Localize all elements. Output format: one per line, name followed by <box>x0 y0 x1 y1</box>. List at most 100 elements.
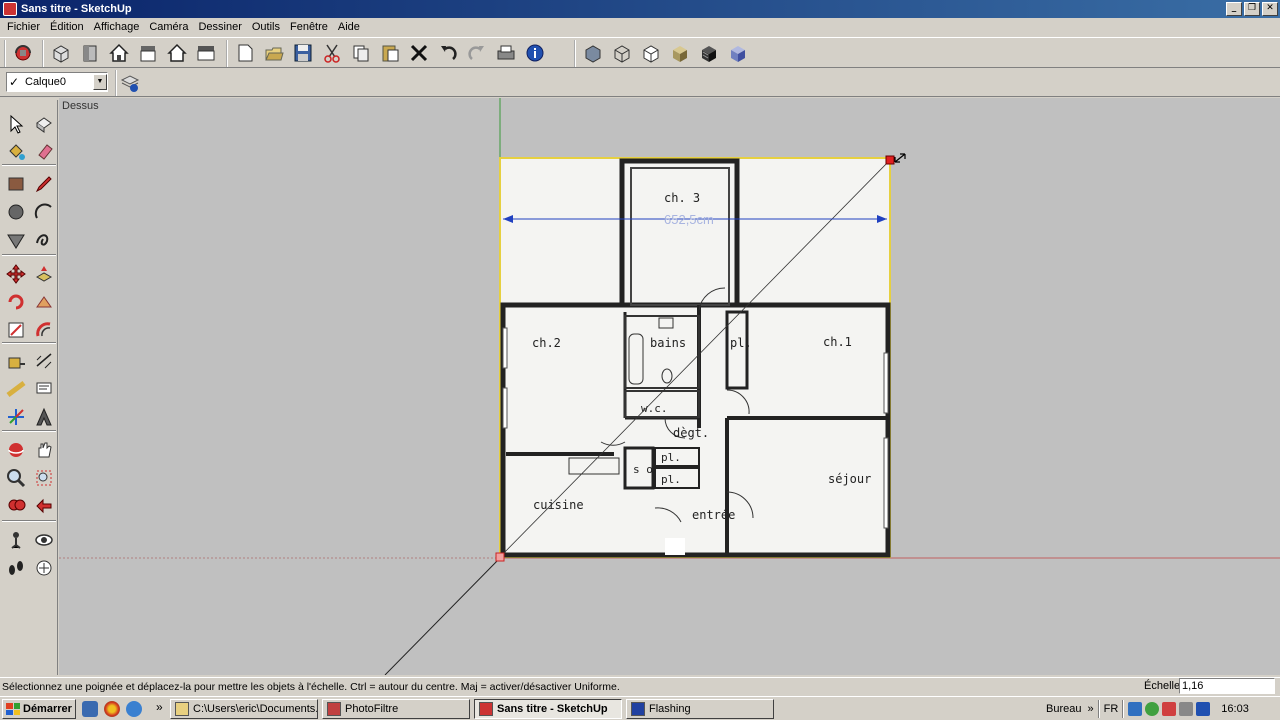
save-icon[interactable] <box>289 40 317 66</box>
scale-icon[interactable] <box>2 316 30 344</box>
shaded-texture-icon[interactable] <box>695 40 723 66</box>
minimize-button[interactable]: _ <box>1226 2 1242 16</box>
taskbar-item-flashing[interactable]: Flashing <box>626 699 774 719</box>
xray-icon[interactable] <box>579 40 607 66</box>
scale-handle-bottom-left[interactable] <box>495 552 505 562</box>
undo-icon[interactable] <box>434 40 462 66</box>
volume-icon[interactable] <box>1179 702 1194 716</box>
tray-chevron-icon[interactable]: » <box>1087 703 1093 715</box>
drawing-viewport[interactable]: Dessus ch. 3 652,5cm ch.2 bains pl. ch.1… <box>59 98 1280 675</box>
palette-row <box>2 316 58 344</box>
rotate-icon[interactable] <box>2 288 30 316</box>
orbit-icon[interactable] <box>2 436 30 464</box>
axes-icon[interactable] <box>2 403 30 431</box>
network-icon[interactable] <box>1128 702 1143 716</box>
camera-orbit-icon[interactable] <box>9 40 37 66</box>
house-side-icon[interactable] <box>134 40 162 66</box>
monochrome-icon[interactable] <box>724 40 752 66</box>
hidden-line-icon[interactable] <box>637 40 665 66</box>
taskbar-item-photofiltre[interactable]: PhotoFiltre <box>322 699 470 719</box>
copy-icon[interactable] <box>347 40 375 66</box>
layer-manager-icon[interactable] <box>115 70 143 96</box>
chrome-icon[interactable] <box>104 701 120 717</box>
redo-icon[interactable] <box>463 40 491 66</box>
front-view-icon[interactable] <box>76 40 104 66</box>
menu-outils[interactable]: Outils <box>247 21 285 33</box>
room-label-bains: bains <box>650 336 686 350</box>
quicklaunch-chevron-icon[interactable]: » <box>156 700 163 714</box>
paste-icon[interactable] <box>376 40 404 66</box>
rectangle-icon[interactable] <box>2 170 30 198</box>
security-icon[interactable] <box>1145 702 1160 716</box>
paint-bucket-icon[interactable] <box>2 138 30 166</box>
start-button[interactable]: Démarrer <box>2 699 76 719</box>
freehand-icon[interactable] <box>30 226 58 254</box>
desktop-toolbar-label[interactable]: Bureau <box>1046 703 1081 715</box>
follow-me-icon[interactable] <box>30 288 58 316</box>
menu-camera[interactable]: Caméra <box>144 21 193 33</box>
erase-icon[interactable] <box>405 40 433 66</box>
taskbar-item-label: C:\Users\eric\Documents... <box>193 703 318 715</box>
iso-view-icon[interactable] <box>47 40 75 66</box>
system-tray: Bureau » FR 16:03 <box>998 699 1278 719</box>
section-plane-icon[interactable] <box>30 554 58 582</box>
3d-text-icon[interactable] <box>30 403 58 431</box>
arc-icon[interactable] <box>30 198 58 226</box>
internet-explorer-icon[interactable] <box>126 701 142 717</box>
move-icon[interactable] <box>2 260 30 288</box>
app-tray-icon[interactable] <box>1196 702 1211 716</box>
chevron-down-icon[interactable]: ▼ <box>93 74 107 90</box>
palette-row <box>2 138 58 166</box>
polygon-icon[interactable] <box>2 226 30 254</box>
language-indicator[interactable]: FR <box>1104 703 1119 715</box>
pencil-icon[interactable] <box>30 170 58 198</box>
menu-affichage[interactable]: Affichage <box>89 21 145 33</box>
wireframe-icon[interactable] <box>608 40 636 66</box>
tape-measure-icon[interactable] <box>2 347 30 375</box>
palette-row <box>2 347 58 375</box>
menu-fichier[interactable]: Fichier <box>2 21 45 33</box>
house-front-icon[interactable] <box>105 40 133 66</box>
look-around-icon[interactable] <box>30 526 58 554</box>
push-pull-icon[interactable] <box>30 260 58 288</box>
main-toolbar <box>0 37 1280 68</box>
shaded-icon[interactable] <box>666 40 694 66</box>
scale-handle-top-right[interactable] <box>885 155 895 165</box>
taskbar-item-sketchup[interactable]: Sans titre - SketchUp <box>474 699 622 719</box>
menu-edition[interactable]: Édition <box>45 21 89 33</box>
layer-select[interactable]: ✓ Calque0 ▼ <box>6 72 108 92</box>
measurements-input[interactable]: 1,16 <box>1179 678 1275 694</box>
zoom-window-icon[interactable] <box>30 464 58 492</box>
component-icon[interactable] <box>30 110 58 138</box>
zoom-extents-icon[interactable] <box>2 492 30 520</box>
new-file-icon[interactable] <box>231 40 259 66</box>
plan-view-icon[interactable] <box>192 40 220 66</box>
menu-aide[interactable]: Aide <box>333 21 365 33</box>
restore-button[interactable]: ❐ <box>1244 2 1260 16</box>
print-icon[interactable] <box>492 40 520 66</box>
circle-icon[interactable] <box>2 198 30 226</box>
cut-icon[interactable] <box>318 40 346 66</box>
dimension-icon[interactable] <box>30 347 58 375</box>
scene-canvas[interactable]: ch. 3 652,5cm ch.2 bains pl. ch.1 w.c. d… <box>59 98 1280 675</box>
menu-fenetre[interactable]: Fenêtre <box>285 21 333 33</box>
show-desktop-icon[interactable] <box>82 701 98 717</box>
select-icon[interactable] <box>2 110 30 138</box>
pan-icon[interactable] <box>30 436 58 464</box>
measurements-label: Échelle <box>1144 680 1181 692</box>
model-info-icon[interactable] <box>521 40 549 66</box>
protractor-icon[interactable] <box>2 375 30 403</box>
taskbar-item-explorer[interactable]: C:\Users\eric\Documents... <box>170 699 318 719</box>
menu-dessiner[interactable]: Dessiner <box>193 21 246 33</box>
alert-icon[interactable] <box>1162 702 1177 716</box>
close-button[interactable]: ✕ <box>1262 2 1278 16</box>
position-camera-icon[interactable] <box>2 526 30 554</box>
offset-icon[interactable] <box>30 316 58 344</box>
walk-icon[interactable] <box>2 554 30 582</box>
open-file-icon[interactable] <box>260 40 288 66</box>
eraser-icon[interactable] <box>30 138 58 166</box>
previous-view-icon[interactable] <box>30 492 58 520</box>
house-back-icon[interactable] <box>163 40 191 66</box>
zoom-icon[interactable] <box>2 464 30 492</box>
text-icon[interactable] <box>30 375 58 403</box>
